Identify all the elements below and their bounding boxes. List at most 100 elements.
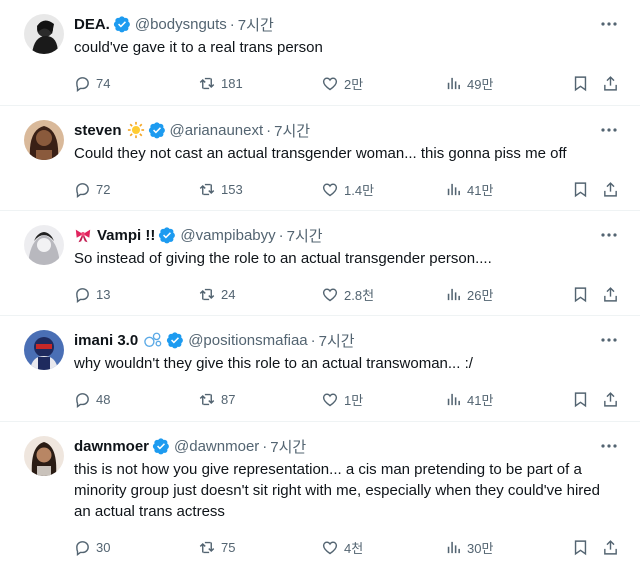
like-button[interactable]: 2만 [321, 73, 363, 93]
display-name[interactable]: steven [74, 122, 122, 139]
share-button[interactable] [602, 389, 624, 409]
views-chart-icon [447, 288, 460, 300]
views-count: 26만 [467, 287, 494, 303]
avatar[interactable] [24, 14, 64, 54]
retweet-icon [199, 393, 215, 405]
like-button[interactable]: 2.8천 [321, 284, 374, 304]
views-chart-icon [447, 183, 460, 195]
timestamp[interactable]: 7시간 [319, 330, 355, 351]
display-name[interactable]: imani 3.0 [74, 332, 138, 349]
retweet-count: 24 [221, 286, 236, 302]
like-count: 1.4만 [344, 182, 375, 198]
views-button[interactable]: 26만 [445, 284, 493, 304]
reply-button[interactable]: 13 [74, 284, 110, 304]
verified-badge-icon [152, 437, 170, 455]
reply-button[interactable]: 72 [74, 179, 110, 199]
reply-button[interactable]: 48 [74, 389, 110, 409]
retweet-icon [199, 183, 215, 195]
reply-button[interactable]: 74 [74, 73, 110, 93]
display-name[interactable]: DEA. [74, 16, 110, 33]
tweet-text: this is not how you give representation.… [74, 461, 600, 520]
share-button[interactable] [602, 179, 624, 199]
tweet[interactable]: DEA. @bodysnguts · 7시간 could've gave it … [0, 0, 640, 106]
display-name[interactable]: Vampi !! [97, 227, 155, 244]
handle[interactable]: @positionsmafiaa [188, 332, 307, 349]
tweet[interactable]: steven @arianaunext · 7시간 Could they not… [0, 106, 640, 211]
bookmark-button[interactable] [572, 537, 594, 557]
bookmark-button[interactable] [572, 73, 594, 93]
like-count: 1만 [344, 392, 364, 408]
avatar[interactable] [24, 120, 64, 160]
like-count: 2만 [344, 76, 364, 92]
more-options-icon[interactable] [598, 119, 620, 141]
tweet-text: Could they not cast an actual transgende… [74, 145, 567, 162]
views-count: 41만 [467, 392, 494, 408]
more-options-icon[interactable] [598, 329, 620, 351]
more-options-icon[interactable] [598, 224, 620, 246]
retweet-button[interactable]: 75 [198, 537, 235, 557]
separator-dot: · [262, 437, 268, 455]
bookmark-button[interactable] [572, 179, 594, 199]
verified-badge-icon [148, 121, 166, 139]
verified-badge-icon [158, 226, 176, 244]
reply-count: 48 [96, 391, 111, 407]
separator-dot: · [310, 331, 316, 349]
reply-icon [76, 76, 89, 92]
share-button[interactable] [602, 537, 624, 557]
handle[interactable]: @arianaunext [170, 122, 264, 139]
action-bar: 30 75 4천 30만 [74, 537, 620, 557]
timestamp[interactable]: 7시간 [270, 436, 306, 457]
timestamp[interactable]: 7시간 [274, 120, 310, 141]
reply-icon [76, 392, 89, 408]
share-icon [604, 391, 617, 407]
like-count: 2.8천 [344, 287, 375, 303]
avatar[interactable] [24, 436, 64, 476]
retweet-icon [199, 288, 215, 300]
timestamp[interactable]: 7시간 [287, 225, 323, 246]
bookmark-button[interactable] [572, 284, 594, 304]
retweet-button[interactable]: 153 [198, 179, 243, 199]
reply-count: 74 [96, 75, 111, 91]
bookmark-icon [574, 181, 587, 197]
views-button[interactable]: 30만 [445, 537, 493, 557]
views-button[interactable]: 41만 [445, 389, 493, 409]
reply-count: 30 [96, 539, 111, 555]
timestamp[interactable]: 7시간 [238, 14, 274, 35]
handle[interactable]: @vampibabyy [180, 227, 275, 244]
bookmark-button[interactable] [572, 389, 594, 409]
retweet-button[interactable]: 87 [198, 389, 235, 409]
bookmark-icon [574, 75, 587, 91]
reply-icon [76, 287, 89, 303]
tweet[interactable]: imani 3.0 @positionsmafiaa · 7시간 why wou… [0, 316, 640, 422]
action-bar: 72 153 1.4만 41만 [74, 179, 620, 199]
like-count: 4천 [344, 540, 364, 556]
retweet-count: 75 [221, 539, 236, 555]
display-name[interactable]: dawnmoer [74, 438, 149, 455]
retweet-button[interactable]: 24 [198, 284, 235, 304]
tweet[interactable]: Vampi !! @vampibabyy · 7시간 So instead of… [0, 211, 640, 316]
like-button[interactable]: 4천 [321, 537, 363, 557]
like-button[interactable]: 1만 [321, 389, 363, 409]
retweet-count: 153 [221, 181, 243, 197]
views-button[interactable]: 41만 [445, 179, 493, 199]
retweet-button[interactable]: 181 [198, 73, 243, 93]
action-bar: 13 24 2.8천 26만 [74, 284, 620, 304]
avatar[interactable] [24, 330, 64, 370]
handle[interactable]: @dawnmoer [174, 438, 259, 455]
tweet-text: could've gave it to a real trans person [74, 39, 323, 56]
more-options-icon[interactable] [598, 435, 620, 457]
views-button[interactable]: 49만 [445, 73, 493, 93]
reply-icon [76, 182, 89, 198]
reply-button[interactable]: 30 [74, 537, 110, 557]
views-count: 41만 [467, 182, 494, 198]
handle[interactable]: @bodysnguts [135, 16, 227, 33]
like-button[interactable]: 1.4만 [321, 179, 374, 199]
avatar[interactable] [24, 225, 64, 265]
share-button[interactable] [602, 284, 624, 304]
reply-count: 72 [96, 181, 111, 197]
heart-icon [322, 182, 338, 196]
tweet[interactable]: dawnmoer @dawnmoer · 7시간 this is not how… [0, 422, 640, 568]
share-button[interactable] [602, 73, 624, 93]
bookmark-icon [574, 391, 587, 407]
more-options-icon[interactable] [598, 13, 620, 35]
